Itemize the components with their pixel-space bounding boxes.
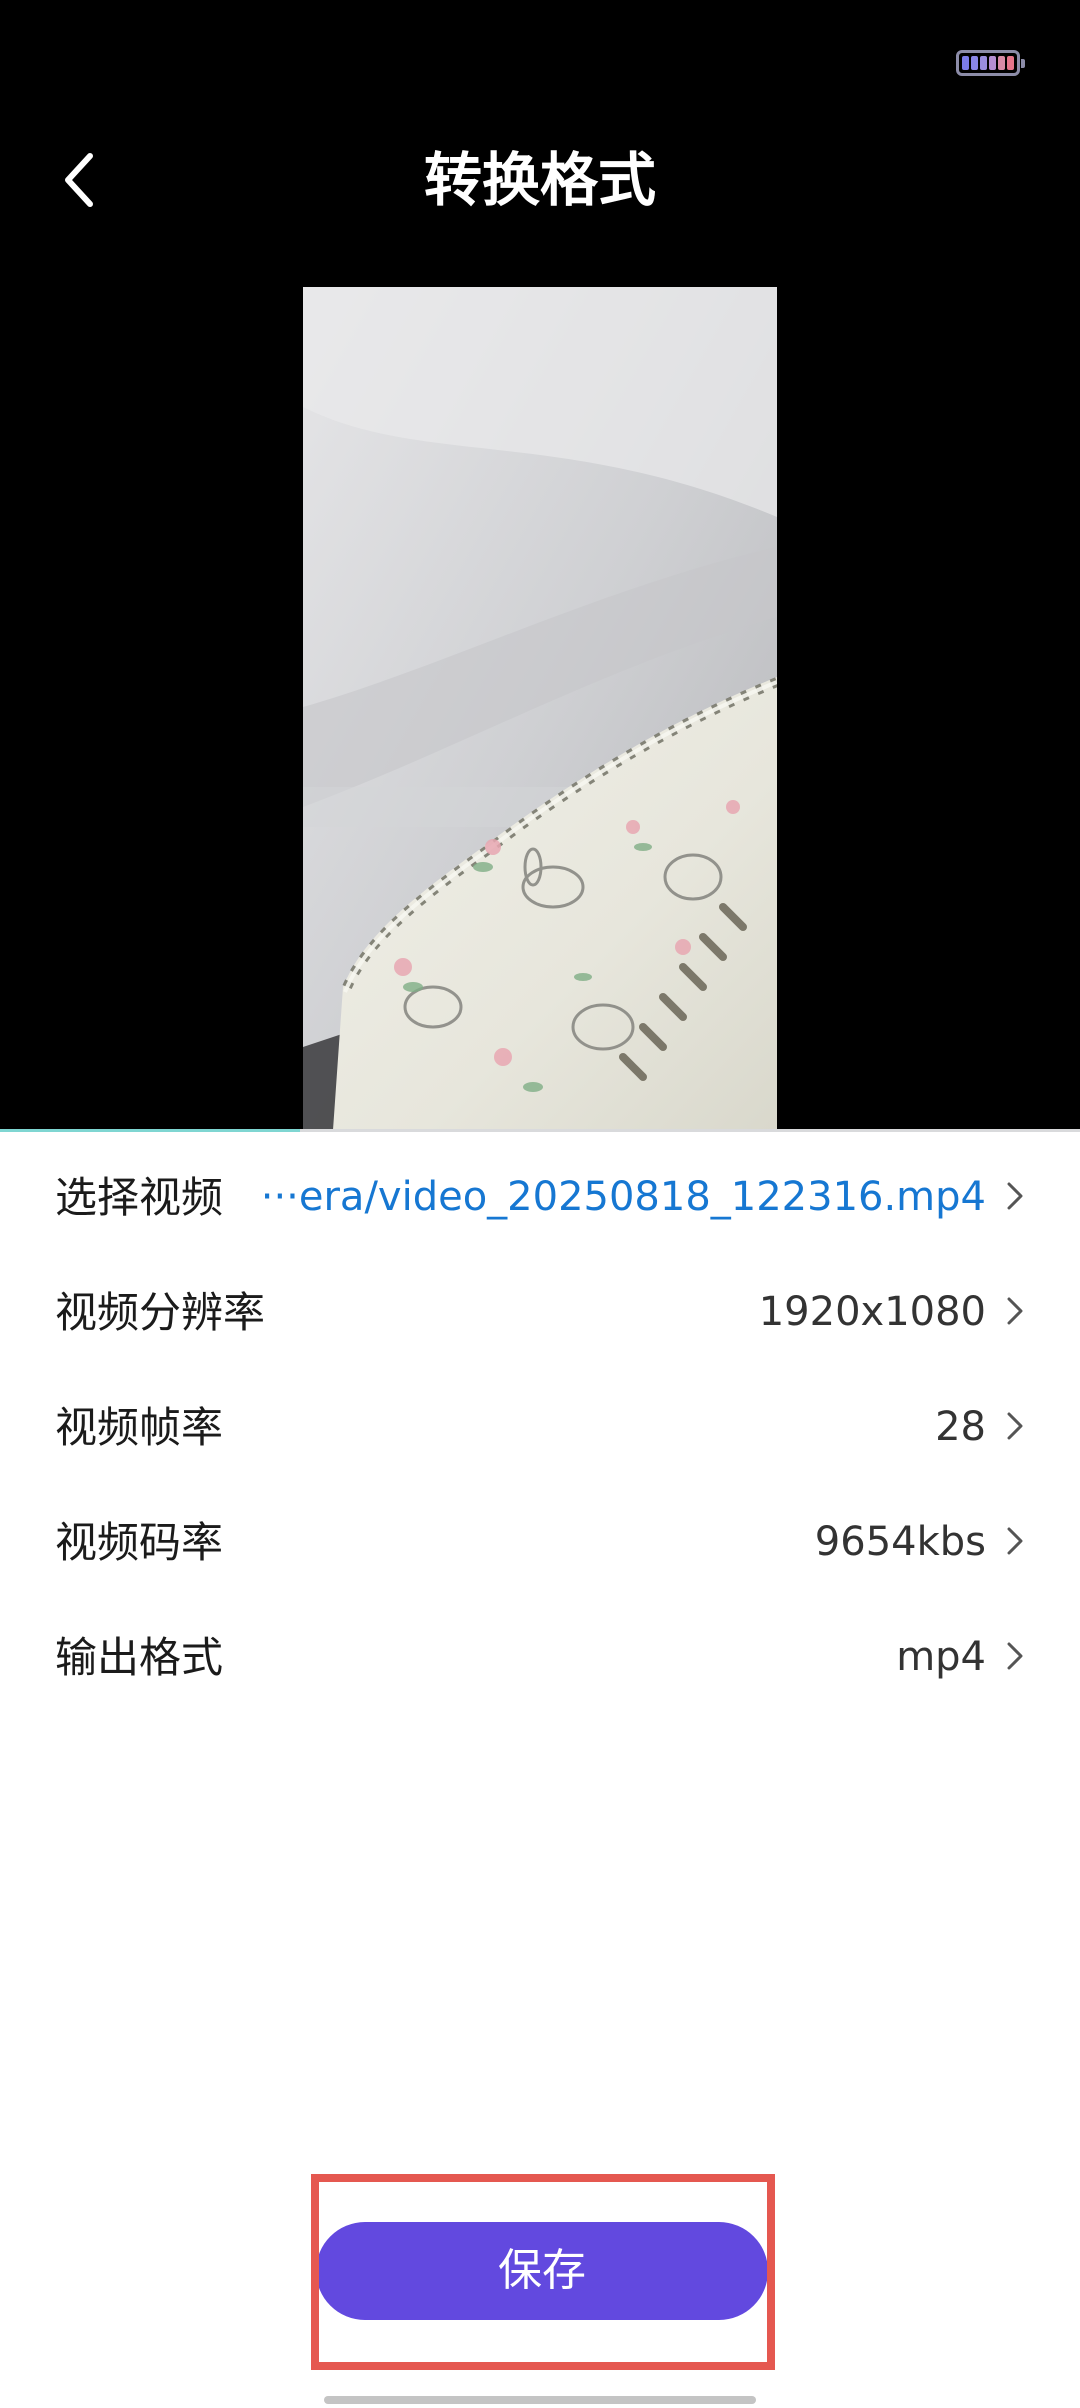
setting-label: 选择视频 — [55, 1173, 224, 1222]
chevron-right-icon — [1000, 1408, 1030, 1444]
frame-rate-row[interactable]: 视频帧率 28 — [0, 1370, 1080, 1485]
bitrate-row[interactable]: 视频码率 9654kbs — [0, 1485, 1080, 1600]
setting-label: 输出格式 — [55, 1633, 224, 1682]
chevron-left-icon — [65, 153, 93, 207]
battery-cell — [998, 56, 1005, 70]
status-bar — [0, 0, 1080, 120]
frame-rate-value: 28 — [935, 1404, 986, 1450]
chevron-right-icon — [1000, 1523, 1030, 1559]
video-path-value: ···era/video_20250818_122316.mp4 — [260, 1174, 986, 1220]
battery-icon — [956, 50, 1025, 76]
battery-cell — [971, 56, 978, 70]
battery-cell — [1007, 56, 1014, 70]
nav-bar: 转换格式 — [0, 120, 1080, 240]
progress-accent — [0, 1129, 300, 1132]
video-preview[interactable] — [303, 287, 777, 1130]
select-video-row[interactable]: 选择视频 ···era/video_20250818_122316.mp4 — [0, 1140, 1080, 1255]
home-indicator[interactable] — [324, 2396, 756, 2404]
battery-cell — [989, 56, 996, 70]
settings-list: 选择视频 ···era/video_20250818_122316.mp4 视频… — [0, 1140, 1080, 1715]
bitrate-value: 9654kbs — [814, 1519, 986, 1565]
back-button[interactable] — [40, 140, 120, 220]
setting-label: 视频分辨率 — [55, 1288, 266, 1337]
battery-cell — [962, 56, 969, 70]
chevron-right-icon — [1000, 1293, 1030, 1329]
chevron-right-icon — [1000, 1178, 1030, 1214]
battery-cell — [980, 56, 987, 70]
resolution-value: 1920x1080 — [758, 1289, 986, 1335]
setting-label: 视频帧率 — [55, 1403, 224, 1452]
chevron-right-icon — [1000, 1638, 1030, 1674]
output-format-value: mp4 — [896, 1634, 986, 1680]
page-title: 转换格式 — [423, 146, 656, 214]
resolution-row[interactable]: 视频分辨率 1920x1080 — [0, 1255, 1080, 1370]
output-format-row[interactable]: 输出格式 mp4 — [0, 1600, 1080, 1715]
setting-label: 视频码率 — [55, 1518, 224, 1567]
save-button[interactable]: 保存 — [316, 2222, 768, 2320]
